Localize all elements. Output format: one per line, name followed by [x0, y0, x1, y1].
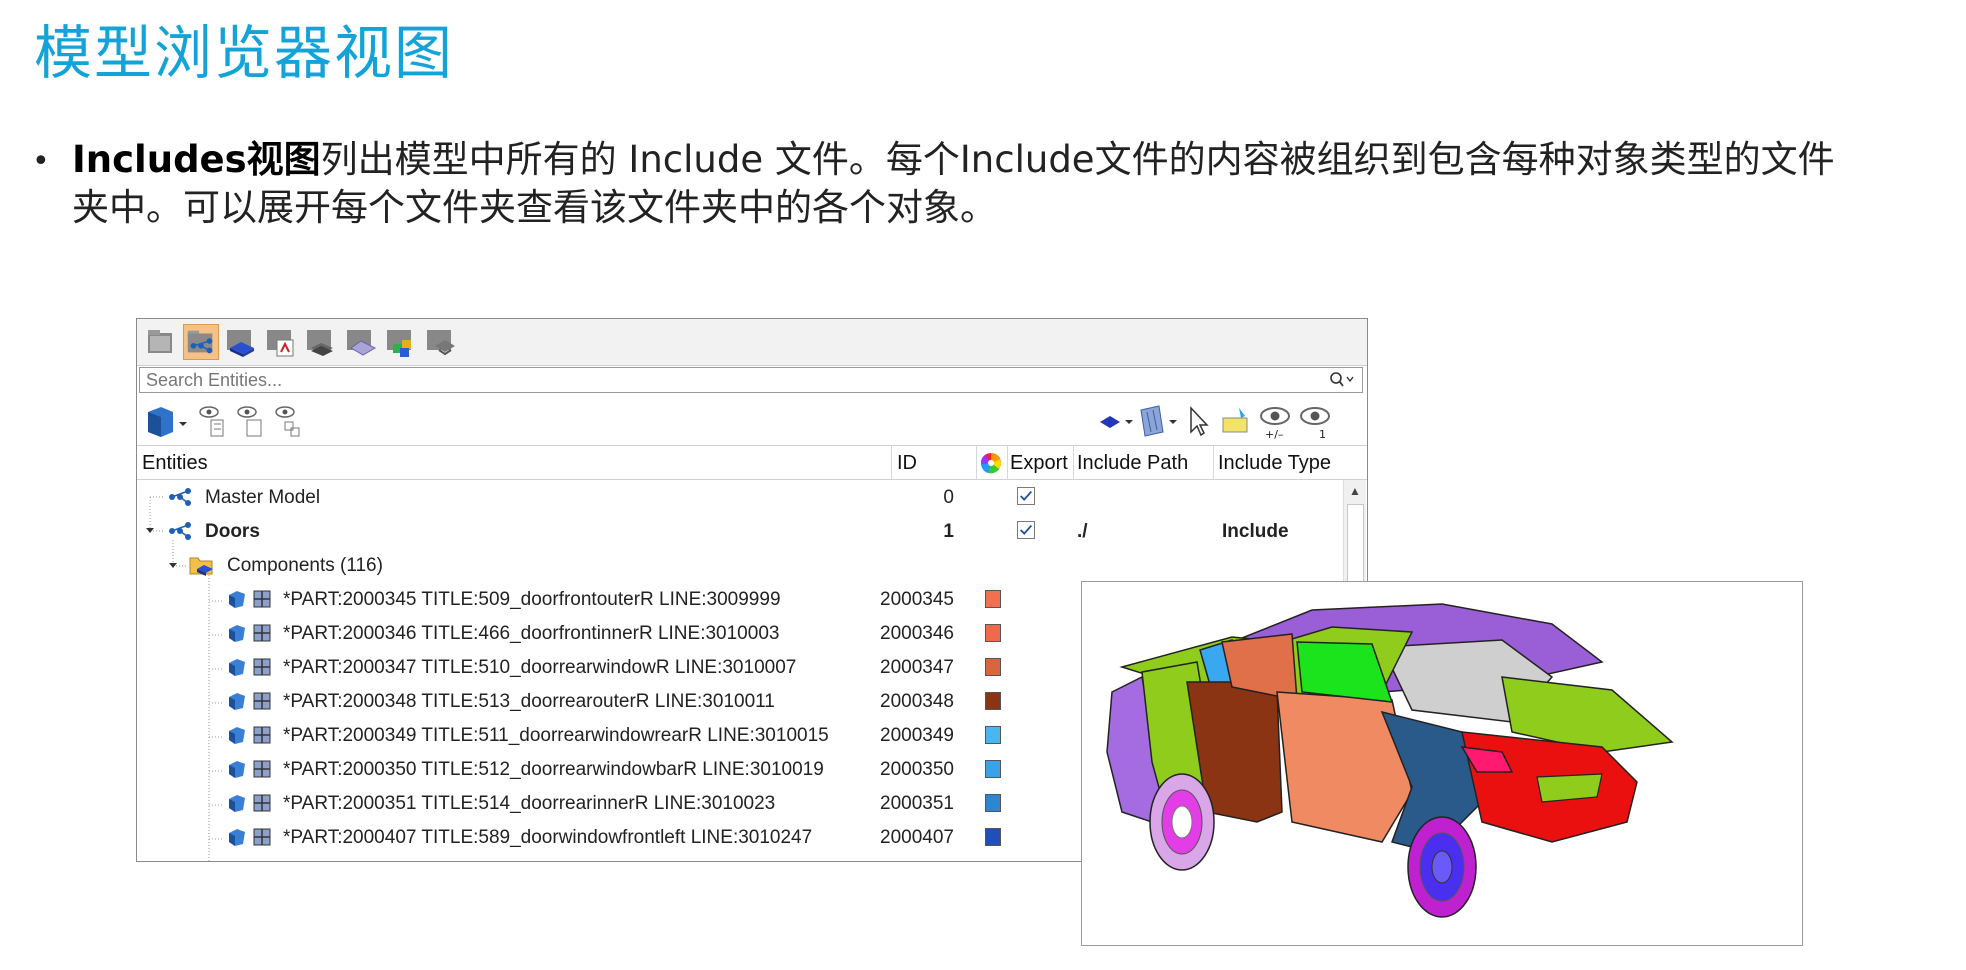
row-label: Doors [205, 521, 260, 542]
assembly-view-icon[interactable] [303, 324, 339, 360]
include-file-icon [169, 522, 191, 540]
slide-title: 模型浏览器视图 [34, 19, 455, 87]
bullet-bold: Includes视图 [72, 138, 321, 181]
search-bar [139, 367, 1363, 393]
bullet-line1: 列出模型中所有的 Include 文件。每个Include文件的内容被组织到包含… [320, 138, 1835, 181]
display-mode-dropdown-icon[interactable] [145, 402, 189, 440]
color-swatch[interactable] [985, 658, 1001, 676]
color-swatch[interactable] [985, 624, 1001, 642]
color-swatch[interactable] [985, 828, 1001, 846]
row-id: 2000349 [880, 725, 954, 746]
mesh-icon [253, 794, 271, 812]
component-shaded-icon [229, 795, 245, 812]
material-view-icon[interactable] [343, 324, 379, 360]
bullet-line2: 夹中。可以展开每个文件夹查看该文件夹中的各个对象。 [72, 186, 997, 229]
component-shaded-icon [229, 591, 245, 608]
col-id[interactable]: ID [897, 452, 917, 475]
row-label: *PART:2000349 TITLE:511_doorrearwindowre… [283, 725, 829, 746]
browser-toolbar: +/– 1 [137, 395, 1367, 446]
col-include-type[interactable]: Include Type [1218, 452, 1331, 475]
row-label: *PART:2000345 TITLE:509_doorfrontouterR … [283, 589, 781, 610]
color-swatch[interactable] [985, 726, 1001, 744]
col-include-path[interactable]: Include Path [1077, 452, 1188, 475]
highlight-selection-icon[interactable] [1219, 402, 1253, 440]
row-label: *PART:2000407 TITLE:589_doorwindowfrontl… [283, 827, 813, 848]
parts-view-icon[interactable] [383, 324, 419, 360]
search-input[interactable] [146, 370, 1306, 390]
row-id: 2000350 [880, 759, 954, 780]
model-view-icon[interactable] [143, 324, 179, 360]
component-shaded-icon [229, 829, 245, 846]
mesh-icon [253, 624, 271, 642]
row-id: 0 [943, 487, 954, 508]
color-swatch[interactable] [985, 692, 1001, 710]
row-label: Master Model [205, 487, 321, 508]
graphics-viewport[interactable] [1081, 581, 1803, 946]
show-hide-toggle-eye-icon[interactable]: +/– [1257, 402, 1293, 440]
color-swatch[interactable] [985, 590, 1001, 608]
component-shaded-icon [229, 727, 245, 744]
mesh-icon [253, 590, 271, 608]
row-id: 2000407 [880, 827, 954, 848]
shading-dropdown-icon[interactable] [1137, 402, 1181, 440]
car-model-icon [1106, 603, 1674, 918]
col-export[interactable]: Export [1010, 452, 1068, 475]
row-id: 1 [943, 521, 954, 542]
bullet-icon: • [32, 144, 50, 179]
component-view-icon[interactable] [223, 324, 259, 360]
hide-filter-eye-icon[interactable] [235, 402, 267, 440]
row-id: 2000348 [880, 691, 954, 712]
select-cursor-icon[interactable] [1185, 402, 1213, 440]
column-header: Entities ID Export Include Path Include … [137, 446, 1367, 480]
mesh-icon [253, 828, 271, 846]
col-entities[interactable]: Entities [142, 452, 208, 475]
export-checkbox[interactable] [1017, 521, 1035, 539]
row-label: *PART:2000347 TITLE:510_doorrearwindowR … [283, 657, 797, 678]
mesh-icon [253, 658, 271, 676]
row-label: *PART:2000348 TITLE:513_doorrearouterR L… [283, 691, 775, 712]
include-path: ./ [1077, 521, 1088, 542]
mesh-icon [253, 726, 271, 744]
row-label: *PART:2000346 TITLE:466_doorfrontinnerR … [283, 623, 780, 644]
include-type: Include [1222, 521, 1289, 542]
tree-row-master-model[interactable]: Master Model 0 [137, 480, 1347, 514]
color-wheel-icon[interactable] [980, 452, 1002, 474]
row-id: 2000345 [880, 589, 954, 610]
bullet-text: Includes视图列出模型中所有的 Include 文件。每个Include文… [72, 136, 1952, 232]
component-shaded-icon [229, 625, 245, 642]
row-id: 2000351 [880, 793, 954, 814]
color-swatch[interactable] [985, 760, 1001, 778]
tree-row-doors[interactable]: Doors 1 ./ Include [137, 514, 1347, 548]
includes-view-icon[interactable] [183, 324, 219, 360]
row-label: *PART:2000350 TITLE:512_doorrearwindowba… [283, 759, 824, 780]
svg-text:+/–: +/– [1265, 428, 1283, 440]
show-one-eye-icon[interactable]: 1 [1297, 402, 1333, 440]
subsystem-view-icon[interactable] [423, 324, 459, 360]
search-icon[interactable] [1328, 370, 1354, 390]
include-file-icon [169, 488, 191, 506]
component-shaded-icon [229, 693, 245, 710]
svg-text:1: 1 [1319, 428, 1326, 440]
row-label: *PART:2000351 TITLE:514_doorrearinnerR L… [283, 793, 776, 814]
mesh-icon [253, 760, 271, 778]
show-filter-eye-icon[interactable] [197, 402, 229, 440]
export-checkbox[interactable] [1017, 487, 1035, 505]
mesh-icon [253, 692, 271, 710]
folder-component-icon [189, 557, 213, 576]
row-label: Components (116) [227, 555, 383, 576]
component-shaded-icon [229, 761, 245, 778]
scroll-up-arrow-icon[interactable]: ▲ [1349, 484, 1361, 498]
connector-view-icon[interactable] [263, 324, 299, 360]
color-mode-dropdown-icon[interactable] [1097, 402, 1135, 440]
component-shaded-icon [229, 659, 245, 676]
browser-tab-bar [137, 319, 1367, 366]
isolate-eye-icon[interactable] [273, 402, 305, 440]
row-id: 2000346 [880, 623, 954, 644]
row-id: 2000347 [880, 657, 954, 678]
tree-row-components-folder[interactable]: Components (116) [137, 548, 1347, 582]
color-swatch[interactable] [985, 794, 1001, 812]
